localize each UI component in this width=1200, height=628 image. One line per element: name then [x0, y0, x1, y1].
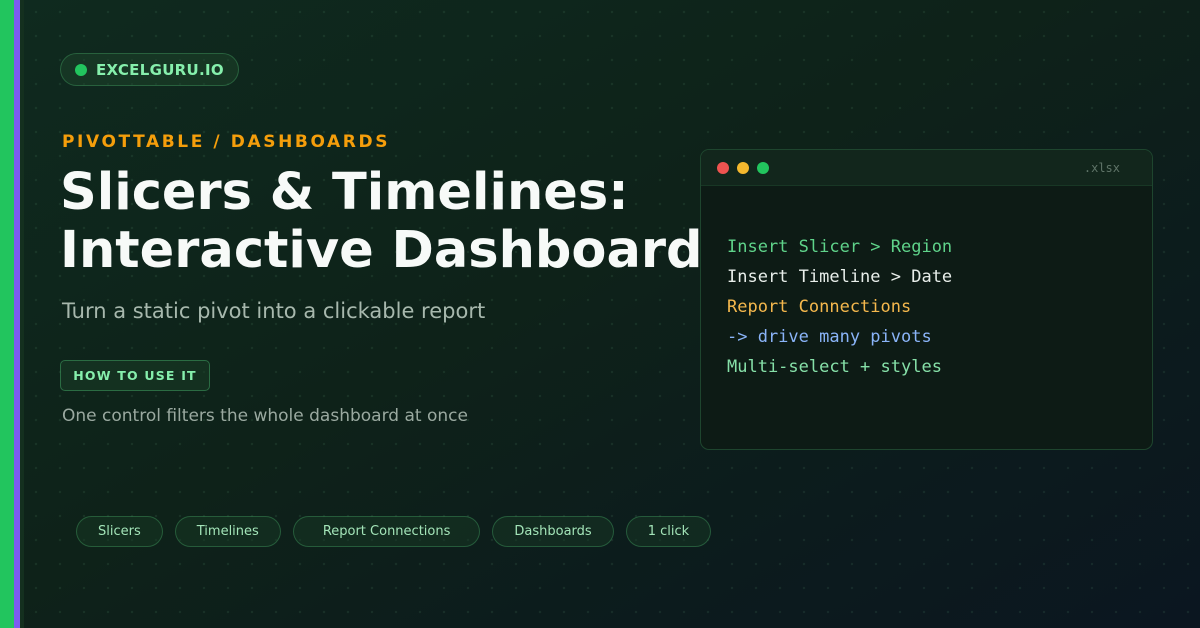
description-text: One control filters the whole dashboard … — [62, 406, 468, 426]
code-lines: Insert Slicer > Region Insert Timeline >… — [727, 232, 952, 382]
tag-slicers[interactable]: Slicers — [76, 516, 163, 547]
page-title-line-1: Slicers & Timelines: — [60, 164, 629, 222]
code-line: Insert Timeline > Date — [727, 267, 953, 287]
tag-dashboards[interactable]: Dashboards — [492, 516, 614, 547]
accent-stripe-green — [0, 0, 14, 628]
code-window: .xlsx Insert Slicer > Region Insert Time… — [700, 149, 1153, 450]
window-maximize-dot-icon — [757, 162, 769, 174]
page-title-line-2: Interactive Dashboards — [60, 221, 700, 280]
accent-stripe-dark — [20, 0, 24, 628]
code-line: -> drive many pivots — [727, 327, 932, 347]
window-minimize-dot-icon — [737, 162, 749, 174]
category-eyebrow: PIVOTTABLE / DASHBOARDS — [62, 132, 391, 152]
file-extension-label: .xlsx — [1083, 161, 1120, 175]
page-subtitle: Turn a static pivot into a clickable rep… — [62, 299, 486, 323]
code-line: Insert Slicer > Region — [727, 237, 953, 257]
brand-badge: EXCELGURU.IO — [60, 53, 239, 86]
how-to-use-button[interactable]: HOW TO USE IT — [60, 360, 210, 391]
page-title: Slicers & Timelines: Interactive Dashboa… — [60, 164, 700, 280]
window-close-dot-icon — [717, 162, 729, 174]
window-titlebar: .xlsx — [701, 150, 1152, 186]
tag-list: Slicers Timelines Report Connections Das… — [76, 516, 712, 547]
status-dot-icon — [75, 63, 87, 76]
code-line: Multi-select + styles — [727, 357, 942, 377]
tag-report-connections[interactable]: Report Connections — [292, 516, 481, 547]
tag-one-click[interactable]: 1 click — [625, 516, 712, 547]
brand-label: EXCELGURU.IO — [96, 60, 224, 79]
code-line: Report Connections — [727, 297, 912, 317]
tag-timelines[interactable]: Timelines — [174, 516, 281, 547]
